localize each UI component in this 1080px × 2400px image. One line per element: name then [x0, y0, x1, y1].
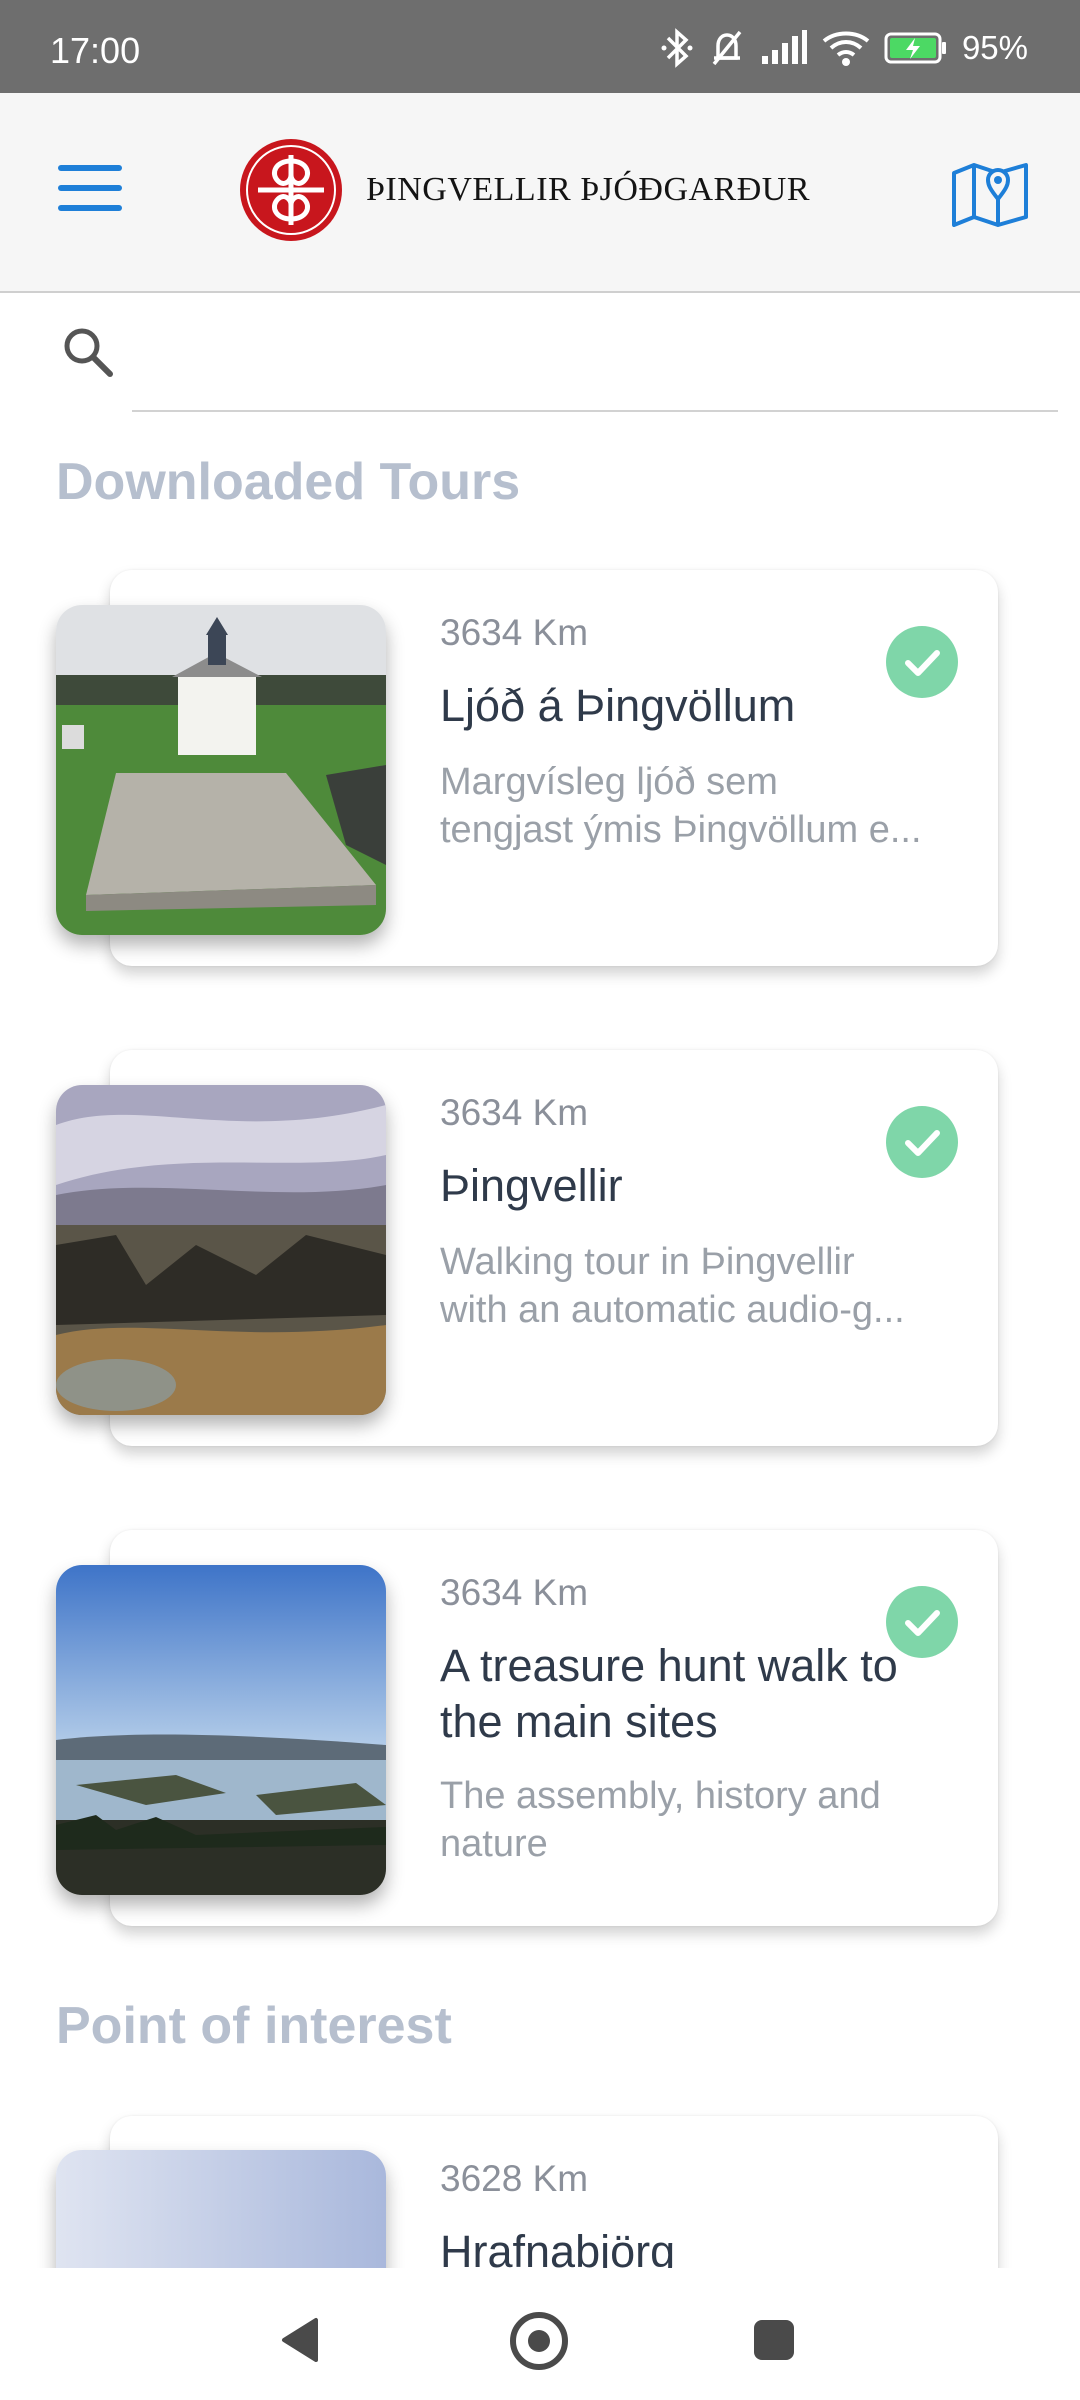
downloaded-check-icon: [886, 1586, 958, 1658]
tour-title: Ljóð á Þingvöllum: [440, 680, 796, 731]
downloaded-check-icon: [886, 626, 958, 698]
tour-title: Þingvellir: [440, 1160, 623, 1211]
tour-title-line-1: A treasure hunt walk to: [440, 1640, 898, 1691]
battery-percentage: 95%: [961, 29, 1028, 66]
tour-description-line-1: The assembly, history and: [440, 1775, 881, 1817]
home-icon[interactable]: [510, 2312, 568, 2370]
section-title-downloaded-tours: Downloaded Tours: [56, 453, 521, 511]
tour-thumbnail-lake[interactable]: [56, 1565, 386, 1895]
downloaded-check-icon: [886, 1106, 958, 1178]
tour-description-line-2: nature: [440, 1823, 548, 1865]
tour-thumbnail-church[interactable]: [56, 605, 386, 935]
tour-distance: 3634 Km: [440, 612, 589, 653]
tour-description-line-2: with an automatic audio-g...: [440, 1289, 905, 1331]
tour-title-line-2: the main sites: [440, 1696, 718, 1747]
status-time: 17:00: [50, 30, 141, 71]
tour-distance: 3634 Km: [440, 1572, 589, 1613]
brand: ÞINGVELLIR ÞJÓÐGARÐUR: [238, 137, 810, 243]
tour-description-line-1: Margvísleg ljóð sem: [440, 761, 778, 803]
search-input[interactable]: [132, 320, 1058, 412]
app-bar: ÞINGVELLIR ÞJÓÐGARÐUR: [0, 93, 1080, 293]
app-title: ÞINGVELLIR ÞJÓÐGARÐUR: [366, 171, 811, 208]
signal-icon: [761, 30, 807, 64]
section-title-point-of-interest: Point of interest: [56, 1997, 452, 2055]
tour-description-line-1: Walking tour in Þingvellir: [440, 1241, 855, 1283]
tour-description-line-2: tengjast ýmis Þingvöllum e...: [440, 809, 922, 851]
wifi-icon: [822, 31, 870, 66]
status-bar: 17:00 95%: [0, 0, 1080, 93]
battery-charging-icon: [884, 32, 946, 64]
menu-button[interactable]: [58, 165, 122, 217]
poi-distance: 3628 Km: [440, 2158, 589, 2199]
tour-thumbnail-rift[interactable]: [56, 1085, 386, 1415]
map-pin-icon[interactable]: [950, 159, 1030, 227]
search-icon: [64, 328, 113, 377]
status-icons: 95%: [660, 28, 1028, 68]
navigation-bar: [0, 2268, 1080, 2400]
recent-apps-icon[interactable]: [754, 2320, 794, 2360]
menu-icon: [58, 165, 122, 171]
back-icon[interactable]: [280, 2316, 320, 2364]
bell-off-icon: [712, 30, 742, 66]
park-logo-icon: [240, 139, 342, 241]
tour-distance: 3634 Km: [440, 1092, 589, 1133]
bluetooth-icon: [661, 28, 693, 68]
